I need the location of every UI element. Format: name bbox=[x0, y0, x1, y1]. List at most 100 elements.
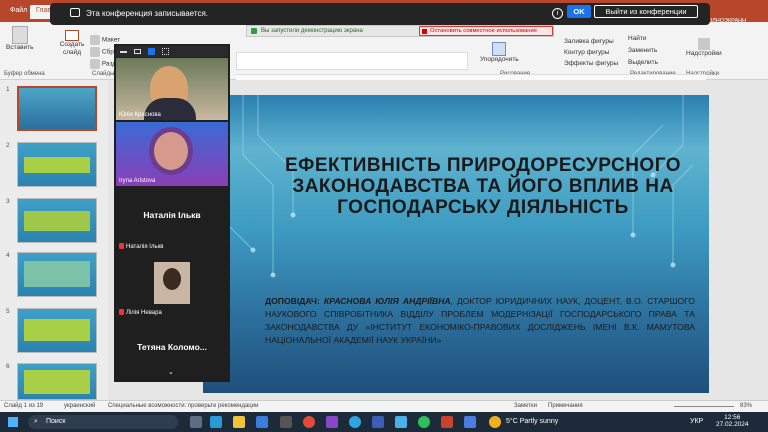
whatsapp-icon[interactable] bbox=[418, 416, 430, 428]
accessibility-status[interactable]: Специальные возможности: проверьте реком… bbox=[108, 403, 258, 409]
find-button[interactable]: Найти bbox=[628, 35, 647, 42]
clock[interactable]: 12:56 27.02.2024 bbox=[716, 414, 749, 428]
slide-number: 1 bbox=[6, 86, 10, 93]
windows-start-icon[interactable] bbox=[8, 417, 18, 427]
slide-thumb-1[interactable] bbox=[17, 86, 97, 131]
slide-thumb-2[interactable] bbox=[17, 142, 97, 187]
addins-label: Надстройки bbox=[686, 50, 722, 57]
slide-thumb-3[interactable] bbox=[17, 198, 97, 243]
participant-name-large: Наталія Ількв bbox=[143, 210, 201, 220]
paste-label: Вставить bbox=[6, 44, 34, 51]
new-slide-icon bbox=[65, 30, 79, 41]
main-slide[interactable]: ЕФЕКТИВНІСТЬ ПРИРОДОРЕСУРСНОГО ЗАКОНОДАВ… bbox=[203, 95, 709, 393]
ok-button[interactable]: OK bbox=[567, 5, 591, 18]
participant-tile-4[interactable]: Лілія Невара bbox=[116, 254, 228, 318]
word-icon[interactable] bbox=[372, 416, 384, 428]
powerpoint-icon[interactable] bbox=[441, 416, 453, 428]
taskbar-search[interactable]: ⌕ Поиск bbox=[28, 415, 178, 429]
arrange-icon bbox=[492, 42, 507, 56]
store-icon[interactable] bbox=[280, 416, 292, 428]
clock-date: 27.02.2024 bbox=[716, 421, 749, 428]
zoom-level[interactable]: 83% bbox=[740, 403, 752, 409]
layout-icon bbox=[90, 35, 100, 45]
slide-number: 5 bbox=[6, 308, 10, 315]
slide-number: 4 bbox=[6, 252, 10, 259]
thumb-content bbox=[24, 261, 90, 287]
clipboard-icon bbox=[11, 26, 28, 44]
file-explorer-icon[interactable] bbox=[233, 416, 245, 428]
gallery-view-icon[interactable] bbox=[162, 48, 169, 55]
info-icon[interactable]: i bbox=[552, 8, 563, 19]
thumb-content bbox=[24, 211, 90, 231]
task-view-icon[interactable] bbox=[190, 416, 202, 428]
search-icon: ⌕ bbox=[34, 418, 38, 425]
layout-label: Макет bbox=[101, 36, 121, 44]
share-icon bbox=[251, 28, 257, 34]
app-icon[interactable] bbox=[395, 416, 407, 428]
fill-button[interactable]: Заливка фигуры bbox=[564, 38, 614, 45]
share-status: Вы запустили демонстрацию экрана bbox=[261, 28, 363, 34]
participant-tile-5[interactable]: Тетяна Коломо... ⌄ bbox=[116, 320, 228, 380]
slide-number: 6 bbox=[6, 363, 10, 370]
group-clipboard: Буфер обмена bbox=[4, 71, 45, 77]
minimize-icon[interactable] bbox=[120, 51, 127, 53]
participant-tile-3[interactable]: Наталія Ількв Наталія Ількв bbox=[116, 188, 228, 252]
view-icon[interactable] bbox=[134, 49, 141, 54]
weather-text[interactable]: 5°C Partly sunny bbox=[506, 418, 558, 425]
fullscreen-label: ПОЛНОЭКРАНН bbox=[704, 18, 747, 24]
telegram-icon[interactable] bbox=[349, 416, 361, 428]
zoom-app-icon[interactable] bbox=[256, 416, 268, 428]
shapes-gallery[interactable] bbox=[236, 52, 468, 70]
chevron-down-icon[interactable]: ⌄ bbox=[168, 368, 174, 376]
participant-name: Юлія Краснова bbox=[119, 112, 161, 118]
notes-button[interactable]: Заметки bbox=[514, 403, 537, 409]
speaker-view-icon[interactable] bbox=[148, 48, 155, 55]
language-indicator[interactable]: украинский bbox=[64, 403, 95, 409]
participant-tile-2[interactable]: Iryna Aristova bbox=[116, 122, 228, 186]
viber-icon[interactable] bbox=[326, 416, 338, 428]
create-slide-button[interactable]: Создать слайд bbox=[55, 30, 89, 57]
fullscreen-button[interactable]: ПОЛНОЭКРАНН bbox=[704, 18, 746, 24]
arrange-button[interactable]: Упорядочить bbox=[480, 42, 519, 63]
screen-share-bar: Вы запустили демонстрацию экрана Останов… bbox=[246, 25, 554, 37]
find-label: Найти bbox=[628, 35, 647, 42]
outline-button[interactable]: Контур фигуры bbox=[564, 49, 609, 56]
search-label: Поиск bbox=[46, 418, 66, 425]
effects-label: Эффекты фигуры bbox=[564, 60, 619, 67]
taskbar: ⌕ Поиск 5°C Partly sunny УКР 12:56 27.02… bbox=[0, 412, 768, 432]
chrome-icon[interactable] bbox=[303, 416, 315, 428]
recording-icon bbox=[70, 8, 80, 17]
paste-button[interactable]: Вставить bbox=[6, 26, 34, 51]
tab-file[interactable]: Файл bbox=[4, 5, 33, 19]
participant-video bbox=[154, 132, 188, 170]
stop-share-label: Остановить совместное использование bbox=[430, 28, 537, 34]
participant-name-large: Тетяна Коломо... bbox=[137, 342, 207, 352]
select-label: Выделить bbox=[628, 59, 658, 66]
app2-icon[interactable] bbox=[464, 416, 476, 428]
addins-button[interactable]: Надстройки bbox=[686, 38, 722, 57]
muted-mic-icon bbox=[119, 309, 124, 315]
participant-hair bbox=[163, 268, 181, 290]
keyboard-language[interactable]: УКР bbox=[690, 418, 703, 425]
replace-button[interactable]: Заменить bbox=[628, 47, 657, 54]
participant-photo bbox=[154, 262, 190, 304]
slide-thumb-4[interactable] bbox=[17, 252, 97, 297]
thumb-content bbox=[24, 319, 90, 341]
thumb-content bbox=[24, 157, 90, 173]
create-slide-label: Создать слайд bbox=[59, 41, 85, 56]
circuit-pattern bbox=[227, 95, 694, 278]
comments-button[interactable]: Примечания bbox=[548, 403, 583, 409]
select-button[interactable]: Выделить bbox=[628, 59, 658, 66]
zoom-slider[interactable] bbox=[674, 406, 734, 407]
ruler bbox=[236, 74, 706, 80]
slide-thumb-6[interactable] bbox=[17, 363, 97, 400]
leave-meeting-button[interactable]: Выйти из конференции bbox=[594, 5, 698, 18]
stop-icon bbox=[422, 29, 427, 34]
recording-text: Эта конференция записывается. bbox=[86, 9, 208, 18]
stop-share-button[interactable]: Остановить совместное использование bbox=[419, 26, 553, 36]
participant-tile-1[interactable]: Юлія Краснова bbox=[116, 58, 228, 120]
slide-thumb-5[interactable] bbox=[17, 308, 97, 353]
edge-icon[interactable] bbox=[210, 416, 222, 428]
reset-icon bbox=[90, 47, 100, 57]
effects-button[interactable]: Эффекты фигуры bbox=[564, 60, 618, 67]
